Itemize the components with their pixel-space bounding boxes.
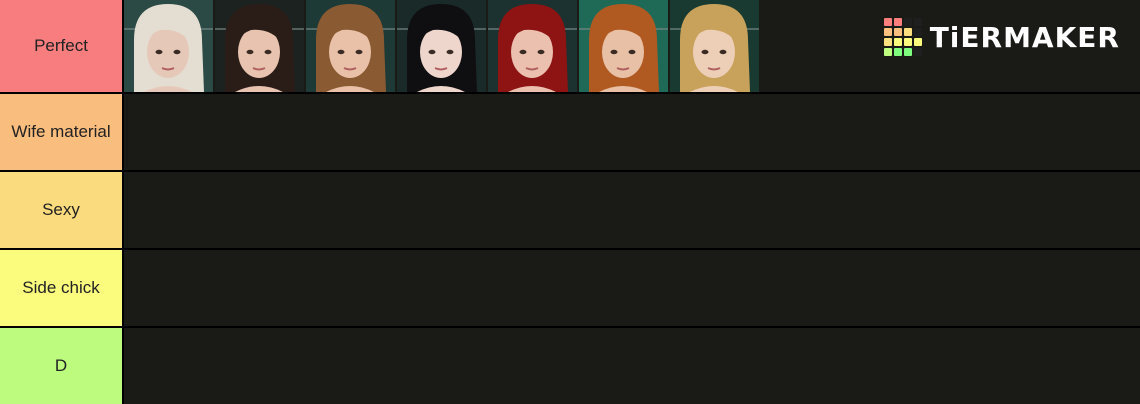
logo-grid-cell	[893, 38, 902, 46]
logo-grid-cell	[883, 28, 892, 36]
dark-brown-hair-character-thumbnail[interactable]	[215, 0, 304, 92]
tier-list: Perfect TiERMAKER Wife material Sexy Sid…	[0, 0, 1140, 404]
tier-label-side-chick[interactable]: Side chick	[0, 250, 122, 326]
tier-row-d: D	[0, 328, 1140, 404]
tier-items-sexy[interactable]	[124, 172, 1140, 248]
logo-grid-cell	[883, 38, 892, 46]
character-thumbnails	[124, 0, 761, 92]
tier-items-wife-material[interactable]	[124, 94, 1140, 170]
logo-grid-cell	[913, 18, 922, 26]
red-hair-character-thumbnail[interactable]	[488, 0, 577, 92]
logo-grid-cell	[903, 48, 912, 56]
tier-items-d[interactable]	[124, 328, 1140, 404]
tier-items-perfect[interactable]: TiERMAKER	[124, 0, 1140, 92]
logo-grid-cell	[893, 18, 902, 26]
logo-grid-cell	[903, 28, 912, 36]
logo-grid-cell	[883, 48, 892, 56]
logo-grid-cell	[903, 18, 912, 26]
tier-label-perfect[interactable]: Perfect	[0, 0, 122, 92]
tier-row-wife-material: Wife material	[0, 94, 1140, 170]
logo-grid-cell	[903, 38, 912, 46]
tier-row-sexy: Sexy	[0, 172, 1140, 248]
tier-label-d[interactable]: D	[0, 328, 122, 404]
logo-grid-cell	[893, 48, 902, 56]
logo-grid-cell	[913, 28, 922, 36]
blonde-hair-character-thumbnail[interactable]	[670, 0, 759, 92]
logo-grid-cell	[913, 38, 922, 46]
tier-row-side-chick: Side chick	[0, 250, 1140, 326]
tier-label-wife-material[interactable]: Wife material	[0, 94, 122, 170]
tier-label-sexy[interactable]: Sexy	[0, 172, 122, 248]
light-brown-hair-character-thumbnail[interactable]	[306, 0, 395, 92]
tier-row-perfect: Perfect TiERMAKER	[0, 0, 1140, 92]
logo-grid-cell	[893, 28, 902, 36]
tiermaker-wordmark: TiERMAKER	[929, 20, 1120, 54]
tier-items-side-chick[interactable]	[124, 250, 1140, 326]
platinum-blonde-character-thumbnail[interactable]	[124, 0, 213, 92]
tiermaker-grid-icon	[883, 18, 922, 56]
curly-auburn-hair-character-thumbnail[interactable]	[579, 0, 668, 92]
black-hair-character-thumbnail[interactable]	[397, 0, 486, 92]
logo-grid-cell	[913, 48, 922, 56]
tiermaker-logo: TiERMAKER	[883, 18, 1120, 56]
logo-grid-cell	[883, 18, 892, 26]
